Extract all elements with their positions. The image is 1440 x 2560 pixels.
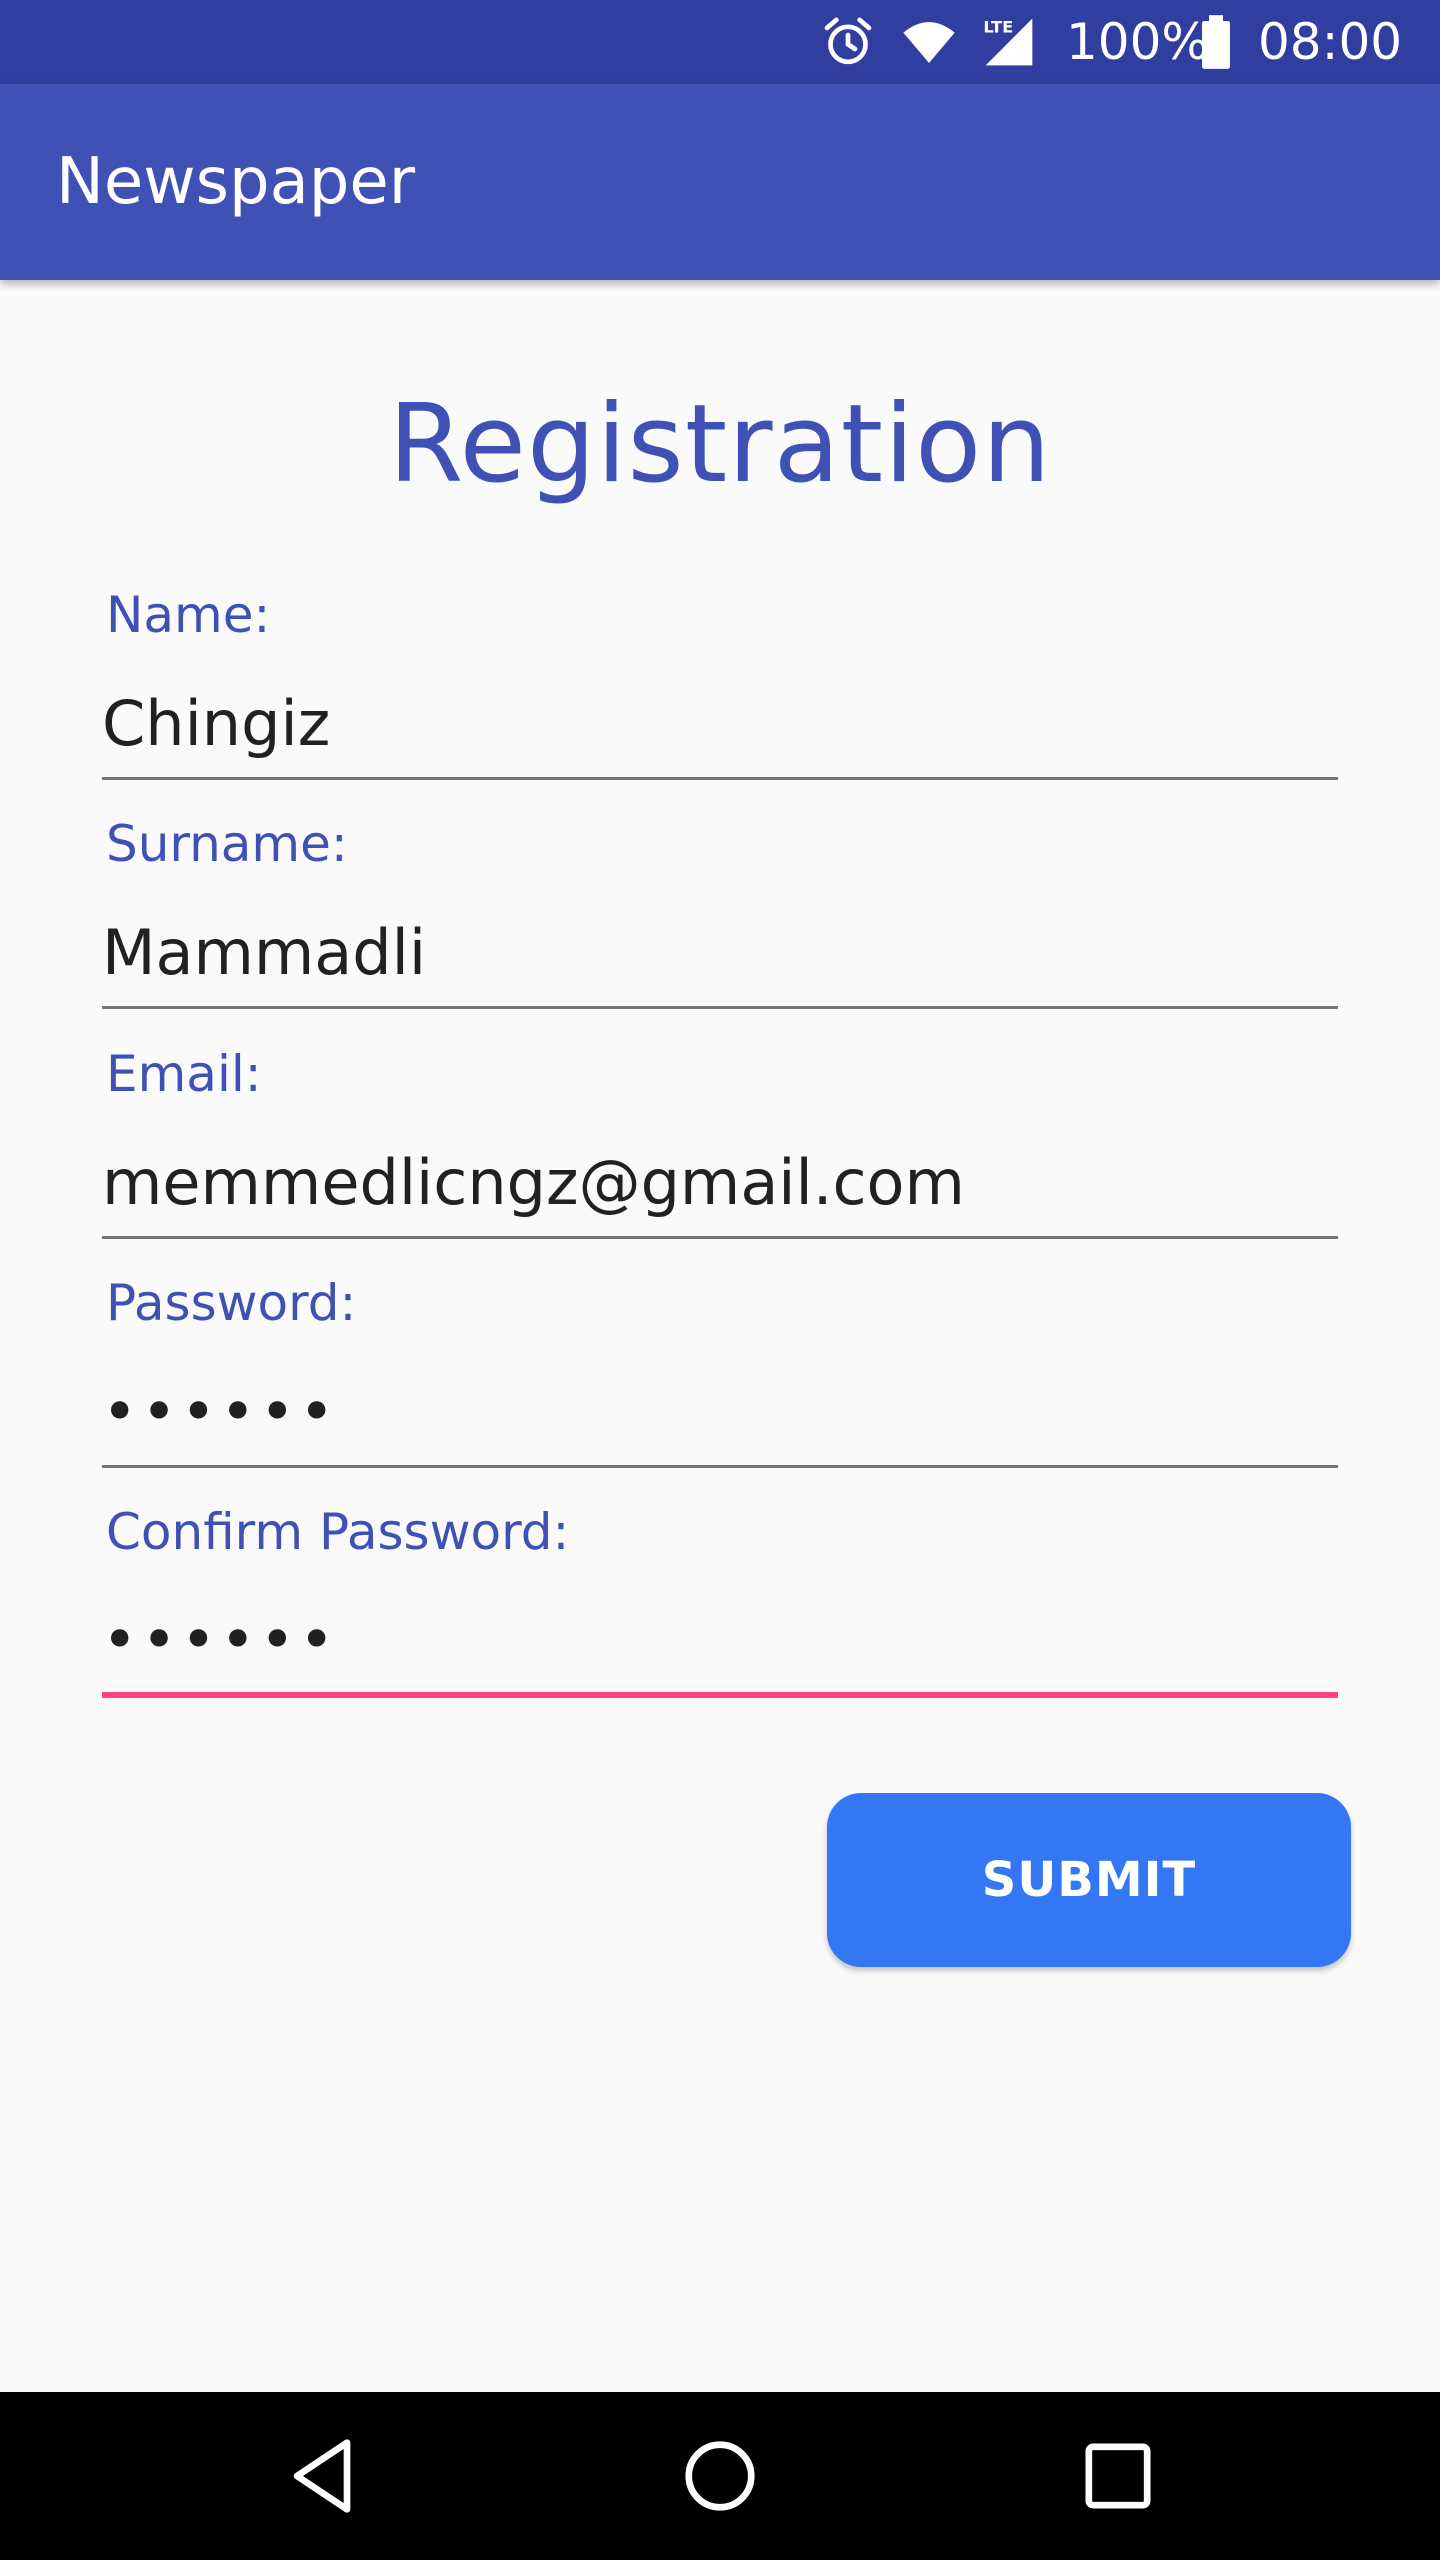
email-input[interactable] bbox=[102, 1129, 1338, 1239]
back-icon[interactable] bbox=[272, 2426, 372, 2526]
alarm-icon bbox=[824, 17, 872, 65]
lte-signal-icon: LTE bbox=[983, 18, 1033, 66]
surname-label: Surname: bbox=[106, 815, 348, 873]
status-bar: LTE 100% 08:00 bbox=[0, 0, 1440, 84]
surname-input[interactable] bbox=[102, 899, 1338, 1009]
password-input[interactable] bbox=[102, 1358, 1338, 1468]
password-label: Password: bbox=[106, 1274, 357, 1332]
name-input[interactable] bbox=[102, 670, 1338, 780]
confirm-password-label: Confirm Password: bbox=[106, 1503, 570, 1561]
nav-bar bbox=[0, 2392, 1440, 2560]
page-title: Registration bbox=[388, 382, 1052, 507]
wifi-icon bbox=[903, 22, 955, 63]
app-bar: Newspaper bbox=[0, 84, 1440, 280]
status-time: 08:00 bbox=[1258, 13, 1403, 71]
app-title: Newspaper bbox=[56, 145, 416, 219]
recents-icon[interactable] bbox=[1068, 2426, 1168, 2526]
home-icon[interactable] bbox=[670, 2426, 770, 2526]
battery-percent: 100% bbox=[1066, 13, 1209, 71]
confirm-password-input[interactable] bbox=[102, 1588, 1338, 1698]
battery-icon bbox=[1202, 15, 1230, 69]
submit-button[interactable]: SUBMIT bbox=[827, 1793, 1351, 1967]
email-label: Email: bbox=[106, 1045, 262, 1103]
name-label: Name: bbox=[106, 586, 271, 644]
svg-text:LTE: LTE bbox=[983, 18, 1013, 37]
